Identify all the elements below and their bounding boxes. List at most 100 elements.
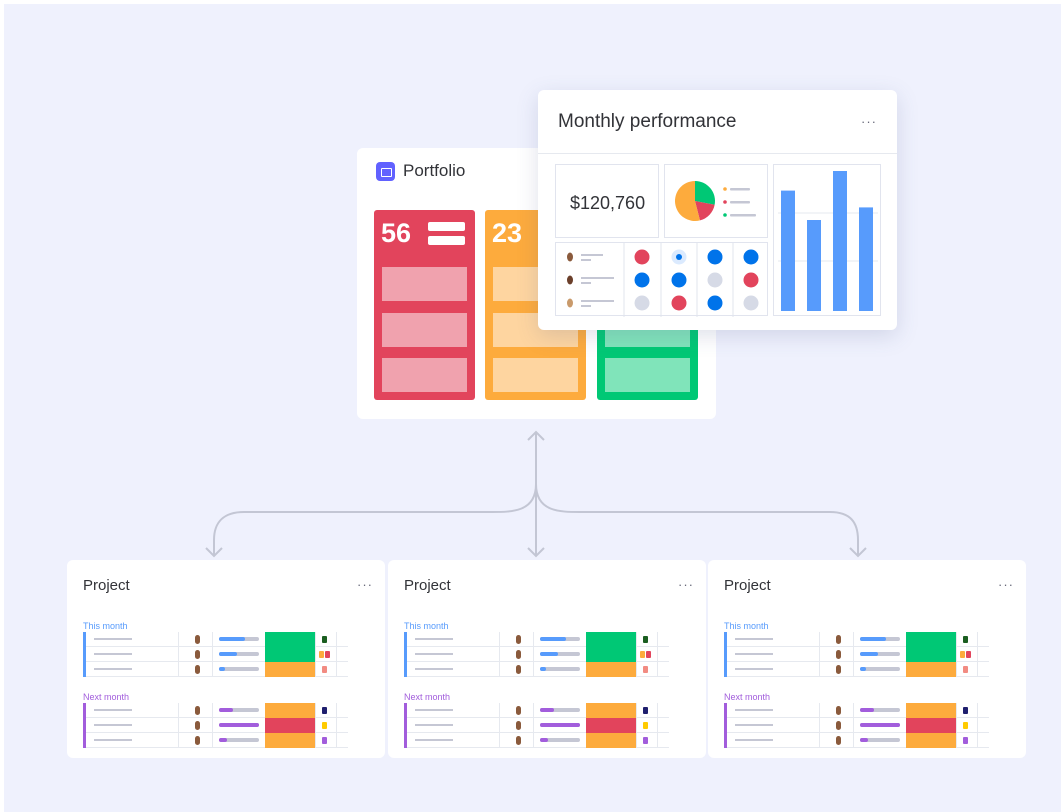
item-name-placeholder [415, 739, 453, 741]
column-separator [853, 718, 854, 733]
table-row[interactable] [86, 662, 348, 677]
file-icon[interactable] [963, 636, 968, 643]
pie-chart [675, 181, 756, 221]
table-row[interactable] [407, 632, 669, 647]
table-row[interactable] [407, 703, 669, 718]
file-icon[interactable] [960, 651, 965, 658]
file-icon[interactable] [322, 666, 327, 673]
table-row[interactable] [407, 662, 669, 677]
name-placeholder [581, 300, 614, 302]
column-separator [212, 632, 213, 647]
avatar [836, 721, 841, 730]
table-row[interactable] [727, 703, 989, 718]
avatar [195, 650, 200, 659]
table-row[interactable] [86, 718, 348, 733]
column-separator [636, 647, 637, 662]
file-icon[interactable] [643, 722, 648, 729]
table-row[interactable] [727, 632, 989, 647]
avatar [516, 721, 521, 730]
table-row[interactable] [727, 733, 989, 748]
header-divider [538, 153, 897, 154]
progress-fill [219, 723, 259, 727]
column-separator [315, 733, 316, 748]
status-cell[interactable] [265, 703, 315, 718]
file-icon[interactable] [963, 666, 968, 673]
status-cell[interactable] [265, 647, 315, 662]
project-card[interactable]: Project ··· This month Next month [67, 560, 385, 758]
name-placeholder [581, 259, 591, 261]
table-row[interactable] [727, 662, 989, 677]
bar-chart [778, 171, 878, 311]
name-placeholder [581, 305, 591, 307]
status-cell[interactable] [586, 733, 636, 748]
status-cell[interactable] [586, 703, 636, 718]
bar [807, 220, 821, 311]
legend-dot [723, 213, 727, 217]
table-row[interactable] [727, 718, 989, 733]
column-label-bar [428, 236, 465, 245]
table-row[interactable] [86, 733, 348, 748]
table-row[interactable] [407, 733, 669, 748]
file-icon[interactable] [646, 651, 651, 658]
table-row[interactable] [86, 647, 348, 662]
more-options-icon[interactable]: ··· [998, 577, 1014, 592]
file-icon[interactable] [643, 737, 648, 744]
file-icon[interactable] [322, 737, 327, 744]
item-name-placeholder [735, 638, 773, 640]
column-separator [212, 718, 213, 733]
column-separator [819, 733, 820, 748]
column-separator [178, 632, 179, 647]
column-separator [178, 718, 179, 733]
status-cell[interactable] [265, 632, 315, 647]
table-row[interactable] [407, 647, 669, 662]
status-cell[interactable] [265, 662, 315, 677]
status-cell[interactable] [906, 662, 956, 677]
status-cell[interactable] [906, 733, 956, 748]
status-cell[interactable] [586, 647, 636, 662]
status-cell[interactable] [906, 703, 956, 718]
portfolio-column-red: 56 [374, 210, 475, 400]
file-icon[interactable] [966, 651, 971, 658]
status-cell[interactable] [586, 632, 636, 647]
progress-track [860, 667, 900, 671]
file-icon[interactable] [963, 707, 968, 714]
status-cell[interactable] [265, 718, 315, 733]
more-options-icon[interactable]: ··· [678, 577, 694, 592]
column-count: 23 [492, 218, 523, 248]
file-icon[interactable] [322, 707, 327, 714]
file-icon[interactable] [643, 666, 648, 673]
status-cell[interactable] [265, 733, 315, 748]
status-cell[interactable] [906, 632, 956, 647]
file-icon[interactable] [643, 707, 648, 714]
table-row[interactable] [86, 632, 348, 647]
file-icon[interactable] [963, 737, 968, 744]
status-cell[interactable] [906, 718, 956, 733]
file-icon[interactable] [322, 722, 327, 729]
project-card[interactable]: Project ··· This month Next month [708, 560, 1026, 758]
table-row[interactable] [86, 703, 348, 718]
file-icon[interactable] [640, 651, 645, 658]
status-cell[interactable] [586, 662, 636, 677]
bar [833, 171, 847, 311]
table-row[interactable] [727, 647, 989, 662]
table-row[interactable] [407, 718, 669, 733]
column-separator [336, 733, 337, 748]
file-icon[interactable] [643, 636, 648, 643]
column-separator [533, 718, 534, 733]
more-options-icon[interactable]: ··· [357, 577, 373, 592]
more-options-icon[interactable]: ··· [861, 114, 877, 129]
amount-widget: $120,760 [555, 164, 659, 238]
progress-fill [540, 667, 546, 671]
item-name-placeholder [735, 709, 773, 711]
file-icon[interactable] [963, 722, 968, 729]
file-icon[interactable] [325, 651, 330, 658]
file-icon[interactable] [322, 636, 327, 643]
status-cell[interactable] [586, 718, 636, 733]
progress-fill [860, 652, 878, 656]
file-icon[interactable] [319, 651, 324, 658]
monthly-performance-card[interactable]: Monthly performance ··· $120,760 [538, 90, 897, 330]
column-separator [636, 632, 637, 647]
project-card[interactable]: Project ··· This month Next month [388, 560, 706, 758]
status-cell[interactable] [906, 647, 956, 662]
amount-value: $120,760 [570, 193, 646, 213]
